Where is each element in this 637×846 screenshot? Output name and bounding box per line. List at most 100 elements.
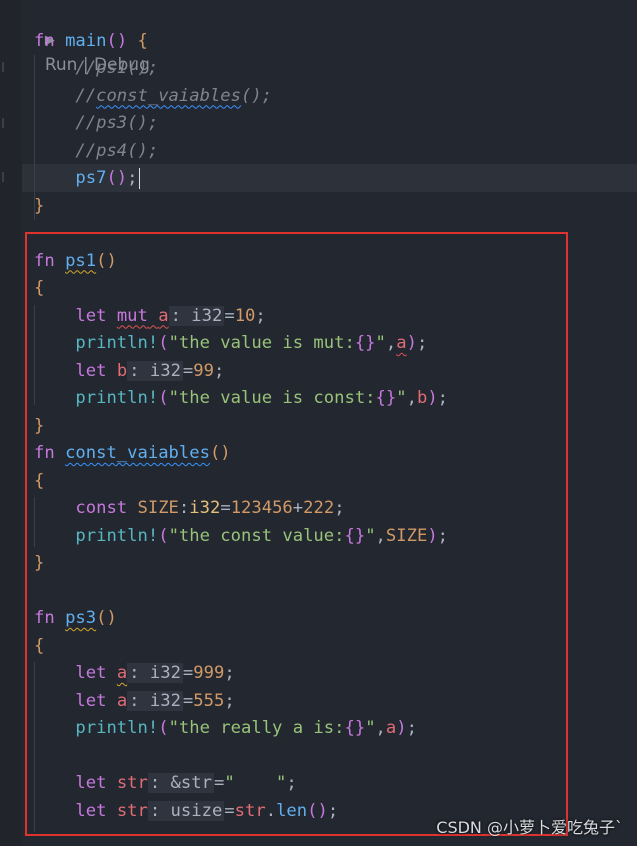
code-token: () [209, 443, 231, 463]
code-token: {} [344, 718, 366, 738]
code-line[interactable]: let str: &str =" "; [34, 770, 297, 798]
code-token: let [75, 663, 107, 683]
code-line[interactable]: //ps3(); [34, 110, 158, 138]
code-line[interactable]: let str: usize =str.len(); [34, 798, 338, 826]
code-line[interactable]: let b: i32 =99; [34, 358, 224, 386]
code-line[interactable]: fn ps3() [34, 605, 117, 633]
code-token: { [34, 635, 45, 656]
code-token: ( [158, 718, 169, 738]
code-token: = [213, 773, 225, 793]
code-token: let [75, 690, 107, 711]
code-token: const [75, 498, 128, 518]
code-token: str [234, 800, 266, 821]
code-line[interactable]: fn main() { [34, 28, 148, 56]
code-token: println! [75, 388, 159, 408]
code-token: println! [75, 718, 159, 738]
code-token: let [75, 305, 107, 326]
code-token: 10 [234, 305, 256, 326]
code-line[interactable]: let a: i32 =999; [34, 660, 235, 688]
code-line[interactable]: { [34, 275, 44, 303]
code-token: , [385, 333, 397, 353]
code-line[interactable]: ps7(); [34, 165, 141, 193]
code-line[interactable]: println!("the value is const:{}",b); [34, 385, 448, 413]
code-token: : i32 [127, 360, 183, 381]
code-token: ; [286, 773, 297, 793]
code-line[interactable]: fn const_vaiables() [34, 440, 231, 468]
code-token: 123456 [230, 498, 293, 518]
code-token: ; [437, 525, 449, 546]
code-line[interactable]: let mut a: i32 =10; [34, 303, 266, 331]
code-line[interactable]: fn ps1() [34, 248, 117, 276]
code-token: fn [34, 443, 55, 463]
code-line[interactable]: } [34, 193, 44, 221]
code-token: ; [416, 333, 428, 353]
code-token: } [34, 415, 45, 436]
code-token: ( [158, 388, 169, 408]
code-token: 555 [193, 690, 225, 711]
code-token: ) [396, 718, 407, 738]
editor-gutter[interactable] [0, 0, 22, 846]
code-token: ) [427, 525, 438, 546]
code-token: println! [75, 525, 159, 546]
code-token: ; [127, 168, 138, 188]
code-line[interactable]: const SIZE:i32=123456+222; [34, 495, 345, 523]
code-line[interactable]: let a: i32 =555; [34, 688, 235, 716]
codelens: ▶ Run | Debug [34, 3, 150, 75]
code-token: , [375, 525, 386, 546]
code-token: str [116, 800, 148, 821]
watermark: CSDN @小萝卜爱吃兔子` [436, 818, 623, 837]
code-token: " [365, 718, 376, 738]
code-line[interactable]: //ps4(); [34, 138, 158, 166]
code-line[interactable]: //ps1(); [34, 55, 158, 83]
code-token: = [224, 800, 235, 821]
code-line[interactable]: //const_vaiables(); [34, 83, 272, 111]
code-token: () [96, 608, 117, 628]
code-token: } [34, 553, 45, 573]
code-token: ps3 [65, 608, 97, 628]
code-line[interactable]: { [34, 468, 44, 496]
code-token: { [34, 278, 45, 298]
code-line[interactable]: } [34, 413, 44, 441]
code-token: //ps4(); [75, 140, 159, 161]
code-line[interactable]: println!("the const value:{}",SIZE); [34, 523, 448, 551]
code-token: ; [255, 305, 266, 326]
code-token: 222 [303, 498, 335, 518]
code-line[interactable]: } [34, 550, 44, 578]
code-token: () [96, 250, 117, 271]
gutter-marker [2, 62, 4, 72]
code-token: const_vaiables [96, 85, 241, 106]
code-token: {} [354, 333, 376, 353]
code-token: //ps3(); [75, 113, 159, 133]
code-token: SIZE [137, 498, 179, 518]
code-token: 99 [193, 360, 214, 381]
code-token: let [75, 773, 107, 793]
code-token: " [375, 333, 386, 353]
code-token: ; [334, 498, 345, 518]
code-token: " [365, 525, 376, 546]
code-line[interactable]: println!("the value is mut:{}",a); [34, 330, 427, 358]
code-line[interactable]: { [34, 633, 44, 661]
code-token: let [75, 800, 107, 821]
code-token: = [182, 663, 194, 683]
code-token: len [276, 800, 308, 821]
code-token: , [406, 388, 417, 408]
code-token: : i32 [127, 663, 183, 683]
code-line[interactable]: println!("the really a is:{}",a); [34, 715, 417, 743]
